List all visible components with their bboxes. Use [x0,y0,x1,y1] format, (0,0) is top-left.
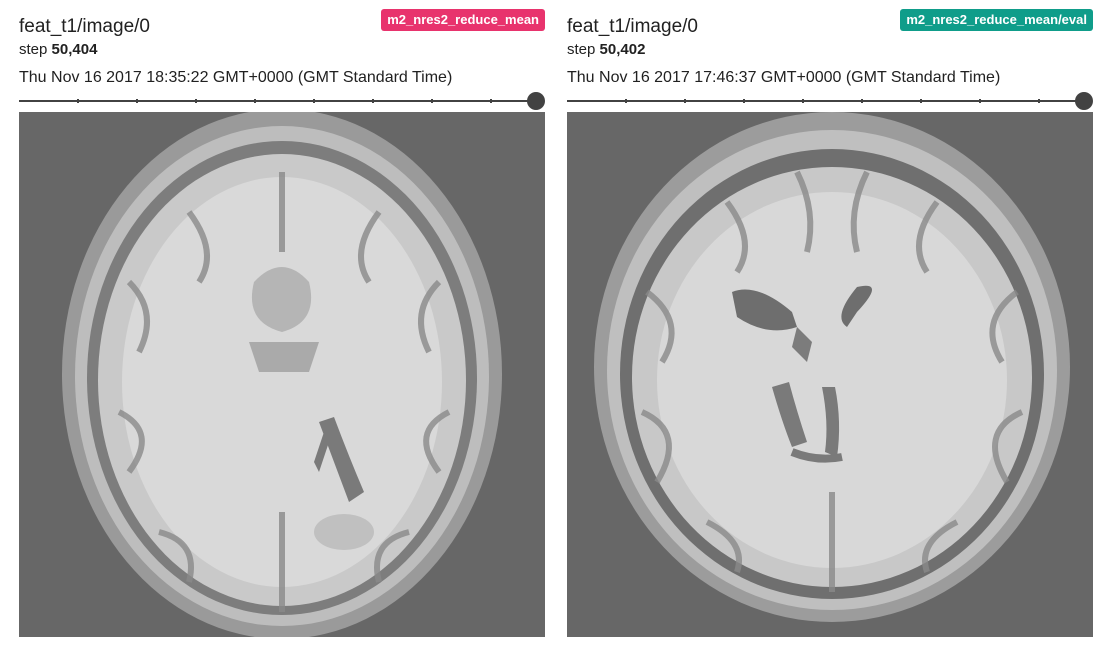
step-value: 50,402 [599,41,646,58]
slider-tick [313,99,315,103]
slider-track[interactable] [19,100,535,102]
brain-scan-axial-1 [19,112,545,637]
run-tag: m2_nres2_reduce_mean [381,9,545,31]
slider-tick [920,99,922,103]
run-tag: m2_nres2_reduce_mean/eval [900,9,1093,31]
slider-tick [979,99,981,103]
slider-tick [254,99,256,103]
slider-knob[interactable] [1075,92,1093,110]
timestamp: Thu Nov 16 2017 18:35:22 GMT+0000 (GMT S… [19,69,453,86]
slider-tick [684,99,686,103]
step-readout: step 50,404 [19,41,97,58]
image-title: feat_t1/image/0 [567,16,698,37]
step-label: step [19,41,48,58]
step-slider[interactable] [567,90,1093,112]
slider-tick [77,99,79,103]
slider-tick [490,99,492,103]
image-card-1: m2_nres2_reduce_mean feat_t1/image/0 ste… [19,0,545,653]
slider-knob[interactable] [527,92,545,110]
slider-tick [372,99,374,103]
step-label: step [567,41,596,58]
slider-tick [861,99,863,103]
slider-tick [195,99,197,103]
slider-tick [136,99,138,103]
timestamp: Thu Nov 16 2017 17:46:37 GMT+0000 (GMT S… [567,69,1001,86]
slider-tick [625,99,627,103]
mri-image [567,112,1093,637]
step-readout: step 50,402 [567,41,645,58]
step-slider[interactable] [19,90,545,112]
slider-tick [802,99,804,103]
step-value: 50,404 [51,41,98,58]
image-card-2: m2_nres2_reduce_mean/eval feat_t1/image/… [567,0,1093,653]
slider-track[interactable] [567,100,1083,102]
slider-tick [1038,99,1040,103]
mri-image [19,112,545,637]
slider-tick [743,99,745,103]
brain-scan-axial-2 [567,112,1093,637]
image-title: feat_t1/image/0 [19,16,150,37]
slider-tick [431,99,433,103]
